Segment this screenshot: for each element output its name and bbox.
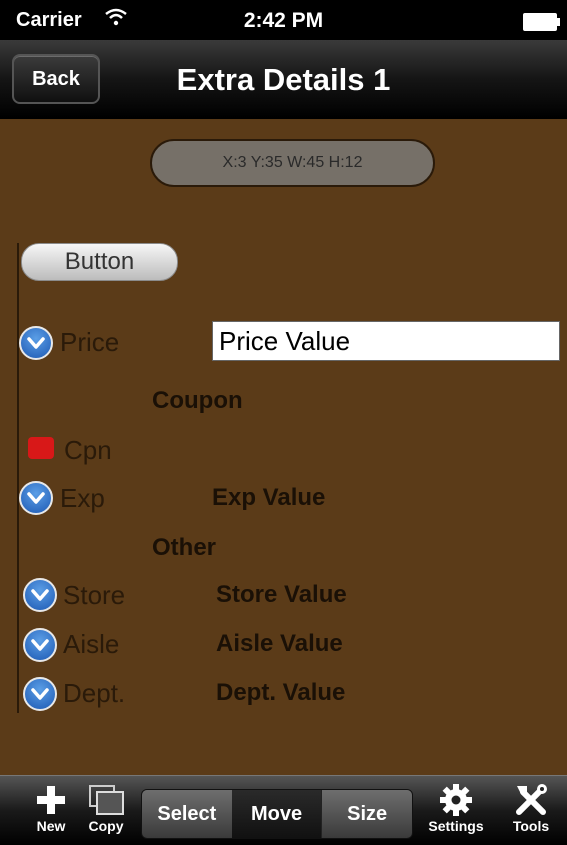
navigation-bar: Back Extra Details 1 <box>0 40 567 119</box>
exp-label: Exp <box>60 483 105 513</box>
dept-value: Dept. Value <box>216 679 346 706</box>
battery-icon <box>523 13 560 31</box>
copy-label: Copy <box>88 818 124 834</box>
price-label: Price <box>60 327 120 357</box>
other-section-header: Other <box>152 534 217 561</box>
chevron-down-icon[interactable] <box>19 326 53 360</box>
segment-select[interactable]: Select <box>142 790 232 838</box>
price-field[interactable]: Price Value <box>212 321 560 361</box>
status-bar: Carrier 2:42 PM <box>0 0 567 40</box>
copy-icon <box>89 785 124 815</box>
cpn-checkbox[interactable] <box>28 437 54 459</box>
settings-label: Settings <box>428 818 484 834</box>
mode-segmented-control: Select Move Size <box>141 789 413 839</box>
tools-icon <box>516 784 547 815</box>
store-value: Store Value <box>216 581 347 608</box>
gear-icon <box>440 784 472 816</box>
chevron-down-icon[interactable] <box>19 481 53 515</box>
content-area: X:3 Y:35 W:45 H:12 Button Price Price Va… <box>0 119 567 775</box>
settings-button[interactable]: Settings <box>420 782 492 834</box>
aisle-label: Aisle <box>63 629 120 659</box>
copy-button[interactable]: Copy <box>82 782 130 834</box>
divider <box>17 243 19 713</box>
clock: 2:42 PM <box>243 9 324 32</box>
tools-button[interactable]: Tools <box>503 782 559 834</box>
cpn-label: Cpn <box>64 435 112 465</box>
coordinates-readout: X:3 Y:35 W:45 H:12 <box>150 139 435 187</box>
plus-icon <box>37 786 65 814</box>
dept-label: Dept. <box>63 678 126 708</box>
new-label: New <box>36 818 66 834</box>
segment-move[interactable]: Move <box>231 790 322 838</box>
aisle-value: Aisle Value <box>216 630 343 657</box>
chevron-down-icon[interactable] <box>23 677 57 711</box>
segment-size[interactable]: Size <box>321 790 412 838</box>
page-title: Extra Details 1 <box>176 62 391 97</box>
new-button[interactable]: New <box>30 782 72 834</box>
exp-value: Exp Value <box>212 484 326 511</box>
generic-button[interactable]: Button <box>21 243 178 281</box>
tools-label: Tools <box>512 818 550 834</box>
coupon-section-header: Coupon <box>152 387 243 414</box>
chevron-down-icon[interactable] <box>23 628 57 662</box>
store-label: Store <box>63 580 126 610</box>
chevron-down-icon[interactable] <box>23 578 57 612</box>
bottom-toolbar: New Copy Select Move Size Settings Tools <box>0 775 567 845</box>
